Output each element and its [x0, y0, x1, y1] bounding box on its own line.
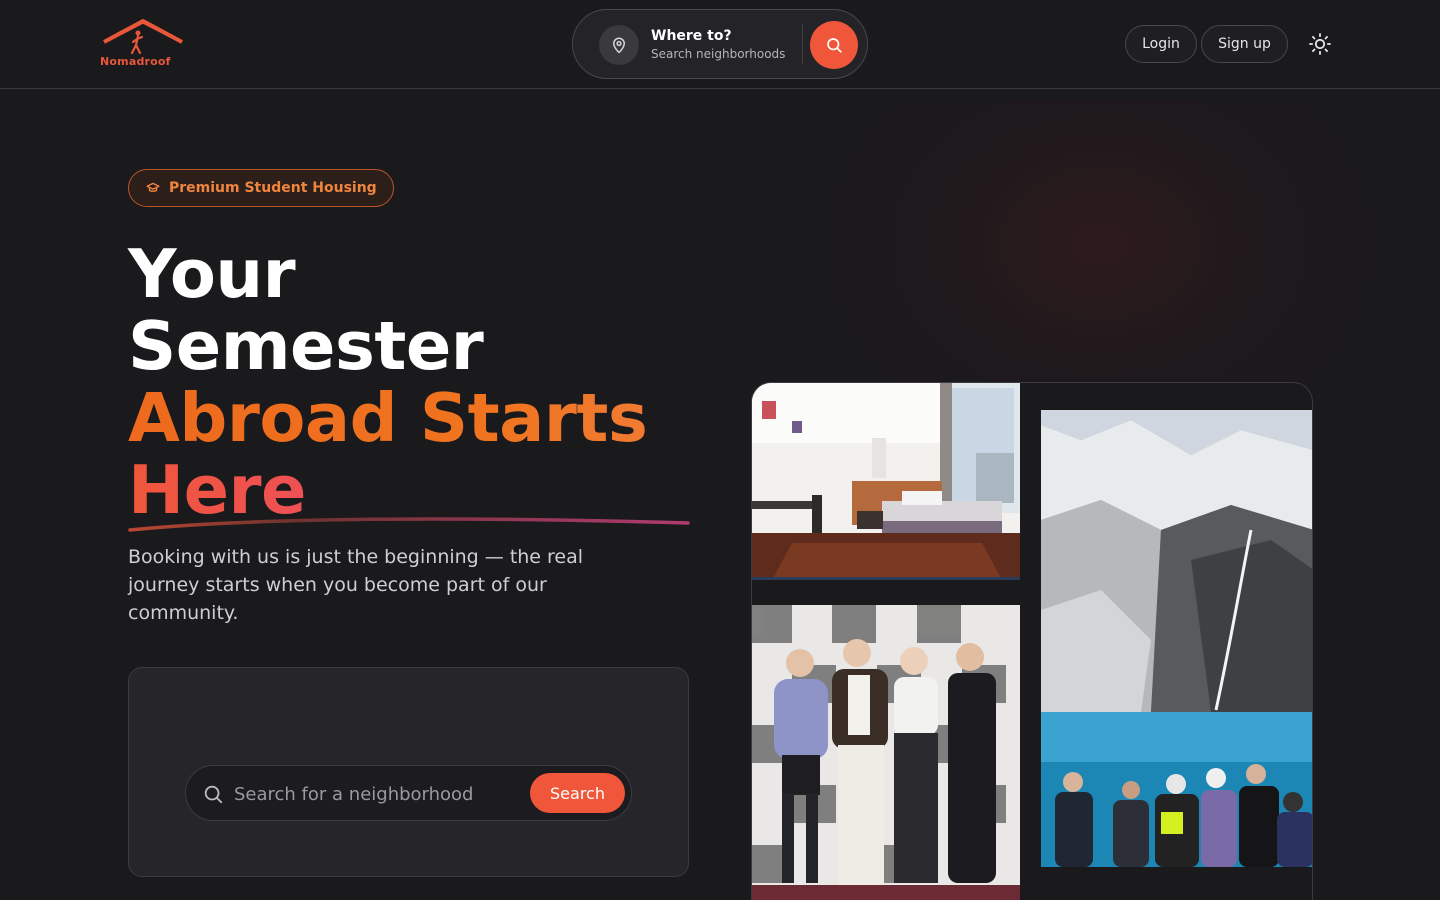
logo-text: Nomadroof [100, 55, 171, 68]
neighborhood-search-input[interactable] [234, 780, 524, 808]
neighborhood-search-bar: Search [185, 765, 632, 821]
logo-roof-icon [103, 19, 183, 55]
photo-gallery [751, 382, 1313, 900]
header-search-pill[interactable]: Where to? Search neighborhoods [572, 9, 868, 79]
student-room-photo [752, 383, 1020, 580]
headline-line-2: Semester [128, 307, 484, 385]
group-photo [752, 605, 1020, 900]
hero-headline: Your Semester Abroad Starts Here [128, 238, 728, 526]
badge-label: Premium Student Housing [169, 180, 377, 196]
search-icon [827, 38, 842, 53]
map-pin-icon [599, 25, 639, 65]
logo[interactable]: Nomadroof [98, 18, 190, 70]
hero-subtext: Booking with us is just the beginning — … [128, 546, 584, 624]
graduation-cap-icon [146, 182, 160, 192]
headline-underline [128, 517, 690, 532]
sun-icon [1309, 33, 1331, 55]
divider [802, 24, 803, 64]
search-button[interactable]: Search [530, 773, 625, 813]
login-button[interactable]: Login [1125, 25, 1197, 63]
mountain-waterfall-photo [1041, 410, 1312, 712]
where-to-subtitle: Search neighborhoods [651, 47, 786, 61]
theme-toggle-button[interactable] [1305, 29, 1335, 59]
headline-line-1: Your [128, 235, 296, 313]
top-navbar: Nomadroof Where to? Search neighborhoods… [0, 0, 1440, 89]
lake-tourists-photo [1041, 712, 1312, 867]
where-to-title: Where to? [651, 28, 732, 44]
signup-button[interactable]: Sign up [1201, 25, 1288, 63]
search-icon [204, 785, 223, 804]
premium-badge: Premium Student Housing [128, 169, 394, 207]
search-card: Search [128, 667, 689, 877]
headline-line-3: Abroad Starts [128, 382, 728, 454]
header-search-button[interactable] [810, 21, 858, 69]
